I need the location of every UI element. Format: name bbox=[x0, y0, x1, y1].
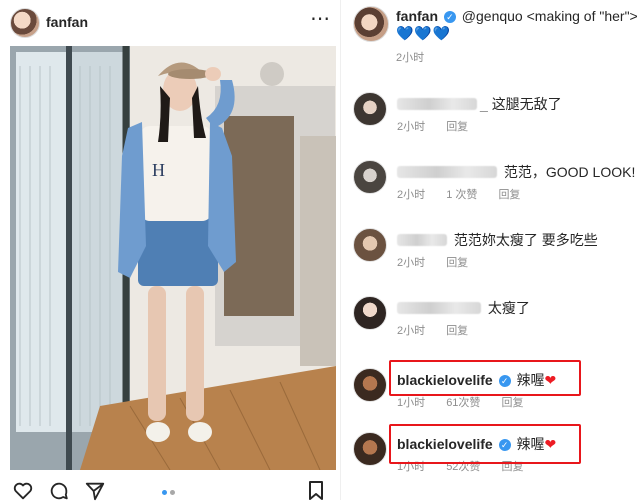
comment-body: _ 这腿无敌了 bbox=[397, 94, 562, 114]
comments-panel: fanfan ✓ @genquo <making of "her"> 💙💙💙 2… bbox=[341, 0, 640, 500]
reply-button[interactable]: 回复 bbox=[446, 325, 468, 337]
reply-button[interactable]: 回复 bbox=[502, 397, 524, 409]
reply-button[interactable]: 回复 bbox=[446, 121, 468, 133]
comment-item: 太瘦了 2小时 回复 bbox=[341, 296, 640, 356]
comment-item: 范范，GOOD LOOK! 2小时 1 次赞 回复 bbox=[341, 160, 640, 220]
caption-line: fanfan ✓ @genquo <making of "her"> bbox=[396, 8, 638, 24]
comment-text: 这腿无敌了 bbox=[491, 96, 562, 112]
post-header: fanfan ⋯ bbox=[0, 0, 340, 44]
comment-avatar[interactable] bbox=[353, 160, 387, 194]
comment-meta: 2小时 1 次赞 回复 bbox=[397, 186, 538, 202]
comment-avatar[interactable] bbox=[353, 228, 387, 262]
comment-text: 太瘦了 bbox=[487, 300, 530, 316]
comment-meta: 2小时 回复 bbox=[397, 118, 486, 134]
highlight-box bbox=[389, 360, 581, 396]
blurred-username bbox=[397, 166, 497, 178]
highlight-box bbox=[389, 424, 581, 464]
post-actions bbox=[0, 476, 340, 502]
comment-avatar[interactable] bbox=[353, 296, 387, 330]
comment-time: 2小时 bbox=[397, 257, 426, 269]
heart-icon[interactable] bbox=[12, 480, 34, 502]
comment-likes[interactable]: 61次赞 bbox=[446, 397, 480, 409]
comment-item: _ 这腿无敌了 2小时 回复 bbox=[341, 92, 640, 152]
comment-text: 范范妳太瘦了 要多吃些 bbox=[453, 232, 598, 248]
comment-time: 2小时 bbox=[397, 325, 426, 337]
blurred-username bbox=[397, 302, 481, 314]
verified-badge-icon: ✓ bbox=[443, 11, 456, 23]
caption-text: <making of "her"> bbox=[526, 8, 638, 24]
reply-button[interactable]: 回复 bbox=[446, 257, 468, 269]
carousel-dot-active bbox=[162, 490, 167, 495]
reply-button[interactable]: 回复 bbox=[498, 189, 520, 201]
comment-item: 范范妳太瘦了 要多吃些 2小时 回复 bbox=[341, 228, 640, 288]
caption-username[interactable]: fanfan bbox=[396, 8, 438, 24]
post-panel: fanfan ⋯ H bbox=[0, 0, 340, 502]
bookmark-icon[interactable] bbox=[306, 480, 326, 500]
comment-body: 范范，GOOD LOOK! bbox=[397, 162, 635, 182]
comment-icon[interactable] bbox=[48, 480, 70, 502]
comment-meta: 2小时 回复 bbox=[397, 254, 486, 270]
carousel-dot bbox=[170, 490, 175, 495]
caption-time: 2小时 bbox=[396, 52, 425, 64]
comment-text: 范范，GOOD LOOK! bbox=[503, 164, 636, 180]
share-icon[interactable] bbox=[84, 480, 106, 502]
comment-meta: 1小时 61次赞 回复 bbox=[397, 394, 542, 410]
comment-avatar[interactable] bbox=[353, 92, 387, 126]
comment-likes[interactable]: 1 次赞 bbox=[446, 189, 477, 201]
caption-avatar[interactable] bbox=[353, 6, 389, 42]
blurred-username bbox=[397, 234, 447, 246]
more-horizontal-icon[interactable]: ⋯ bbox=[310, 9, 330, 32]
comment-time: 2小时 bbox=[397, 189, 426, 201]
post-photo-image: H bbox=[10, 46, 336, 470]
comment-time: 2小时 bbox=[397, 121, 426, 133]
svg-text:H: H bbox=[152, 160, 165, 180]
comment-meta: 2小时 回复 bbox=[397, 322, 486, 338]
caption-hearts: 💙💙💙 bbox=[396, 25, 452, 41]
post-photo[interactable]: H bbox=[10, 46, 336, 470]
caption-mention[interactable]: @genquo bbox=[462, 8, 523, 24]
comment-body: 太瘦了 bbox=[397, 298, 530, 318]
blurred-username bbox=[397, 98, 477, 110]
post-username[interactable]: fanfan bbox=[46, 14, 88, 30]
comment-time: 1小时 bbox=[397, 397, 426, 409]
post-avatar[interactable] bbox=[10, 8, 40, 38]
comment-avatar[interactable] bbox=[353, 432, 387, 466]
comment-avatar[interactable] bbox=[353, 368, 387, 402]
comment-body: 范范妳太瘦了 要多吃些 bbox=[397, 230, 598, 250]
